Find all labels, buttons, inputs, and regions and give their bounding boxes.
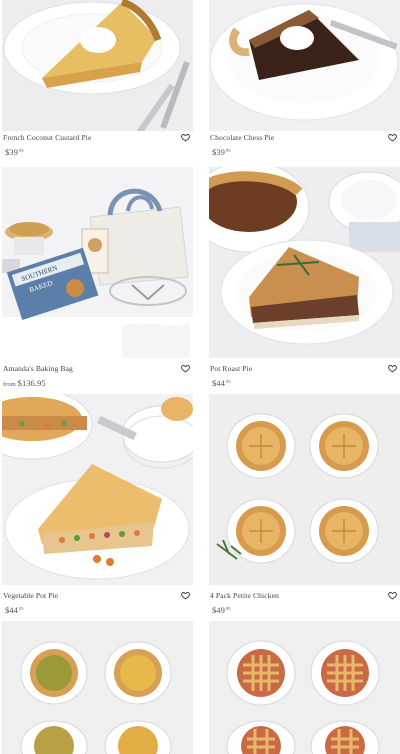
- product-price: $4495: [212, 378, 231, 388]
- lattice-pies-photo: [209, 621, 400, 754]
- product-price: $3995: [212, 147, 231, 157]
- baking-bag-photo: SOUTHERN BAKED: [2, 167, 193, 358]
- heart-outline-icon[interactable]: [388, 364, 397, 373]
- heart-outline-icon[interactable]: [388, 133, 397, 142]
- product-title[interactable]: Vegetable Pot Pie: [3, 591, 58, 600]
- heart-outline-icon[interactable]: [181, 591, 190, 600]
- product-price: $4495: [5, 605, 24, 615]
- product-price: $4995: [212, 605, 231, 615]
- quiche-photo: [2, 621, 193, 754]
- product-title[interactable]: Chocolate Chess Pie: [210, 133, 274, 142]
- product-image[interactable]: [2, 394, 193, 585]
- product-image[interactable]: SOUTHERN BAKED: [2, 167, 193, 358]
- product-image[interactable]: [209, 167, 400, 358]
- product-grid: French Coconut Custard Pie $3995 Chocola: [0, 0, 400, 754]
- product-price: from $136.95: [3, 378, 46, 388]
- product-image[interactable]: [2, 621, 193, 754]
- product-price: $3995: [5, 147, 24, 157]
- petite-chicken-pies-photo: [209, 394, 400, 585]
- product-title[interactable]: Pot Roast Pie: [210, 364, 252, 373]
- heart-outline-icon[interactable]: [388, 591, 397, 600]
- product-image[interactable]: [209, 621, 400, 754]
- heart-outline-icon[interactable]: [181, 364, 190, 373]
- product-title[interactable]: Amanda's Baking Bag: [3, 364, 73, 373]
- pot-roast-pie-photo: [209, 167, 400, 358]
- product-title[interactable]: French Coconut Custard Pie: [3, 133, 91, 142]
- vegetable-pot-pie-photo: [2, 394, 193, 585]
- product-image[interactable]: [209, 394, 400, 585]
- product-title[interactable]: 4 Pack Petite Chicken: [210, 591, 279, 600]
- heart-outline-icon[interactable]: [181, 133, 190, 142]
